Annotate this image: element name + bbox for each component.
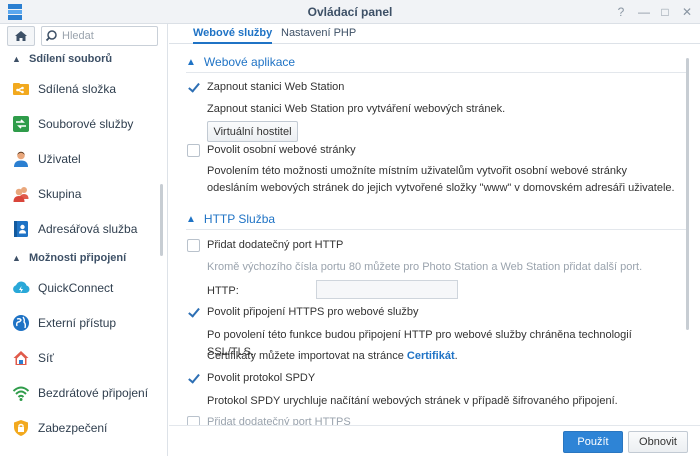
certificate-note: Certifikáty můžete importovat na stránce… [207,348,677,365]
section-http-service[interactable]: ▲ HTTP Služba [186,212,275,226]
enable-web-station-desc: Zapnout stanici Web Station pro vytvářen… [207,103,506,115]
section-title: Webové aplikace [203,55,296,69]
home-icon [15,31,27,41]
sidebar-item-directory-service[interactable]: Adresářová služba [0,211,160,246]
apply-button[interactable]: Použít [563,431,623,453]
user-icon [12,150,30,168]
sidebar-item-file-services[interactable]: Souborové služby [0,106,160,141]
wireless-icon [12,384,30,402]
sidebar-item-label: Uživatel [38,151,81,166]
file-services-icon [12,115,30,133]
sidebar-item-security[interactable]: Zabezpečení [0,410,160,445]
sidebar-item-label: Síť [38,350,54,365]
sidebar-item-network[interactable]: Síť [0,340,160,375]
footer-bar: Použít Obnovit [169,425,700,456]
security-icon [12,419,30,437]
sidebar-item-label: Sdílená složka [38,81,117,96]
https-connection-checkbox[interactable] [187,306,200,319]
spdy-checkbox[interactable] [187,372,200,385]
sidebar-item-group[interactable]: Skupina [0,176,160,211]
enable-web-station-label: Zapnout stanici Web Station [207,81,345,93]
sidebar-item-label: Adresářová služba [38,221,138,236]
content-scrollbar[interactable] [686,58,689,330]
chevron-up-icon: ▲ [186,56,196,68]
help-icon[interactable]: ? [612,3,630,21]
shared-folder-icon [12,80,30,98]
search-input[interactable] [62,29,152,43]
nav-section-connectivity[interactable]: ▲ Možnosti připojení [0,246,160,270]
reset-button[interactable]: Obnovit [628,431,688,453]
personal-site-desc: Povolením této možnosti umožníte místním… [207,165,675,194]
section-web-apps[interactable]: ▲ Webové aplikace [186,55,295,69]
sidebar-item-label: Externí přístup [38,315,117,330]
tab-web-services[interactable]: Webové služby [193,24,273,44]
extra-https-port-checkbox[interactable] [187,416,200,425]
title-bar: Ovládací panel ? — □ ✕ [0,0,700,24]
tab-php-settings[interactable]: Nastavení PHP [281,24,356,44]
sidebar-item-external-access[interactable]: Externí přístup [0,305,160,340]
divider [186,229,686,230]
search-icon [45,30,57,42]
close-icon[interactable]: ✕ [678,3,696,21]
certificate-note-end: . [454,350,458,362]
enable-web-station-checkbox[interactable] [187,81,200,94]
sidebar-item-label: QuickConnect [38,280,114,295]
nav-section-file-sharing[interactable]: ▲ Sdílení souborů [0,47,160,71]
network-icon [12,349,30,367]
home-button[interactable] [7,26,35,46]
extra-http-port-desc: Kromě výchozího čísla portu 80 můžete pr… [207,261,643,273]
sidebar-item-user[interactable]: Uživatel [0,141,160,176]
sidebar-item-quickconnect[interactable]: QuickConnect [0,270,160,305]
extra-https-port-label: Přidat dodatečný port HTTPS [207,416,351,425]
maximize-icon[interactable]: □ [656,3,674,21]
extra-http-port-checkbox[interactable] [187,239,200,252]
http-port-label: HTTP: [207,285,239,297]
virtual-host-button[interactable]: Virtuální hostitel [207,121,298,142]
personal-site-checkbox[interactable] [187,144,200,157]
tab-bar: Webové služby Nastavení PHP [169,24,700,44]
sidebar-item-label: Bezdrátové připojení [38,385,149,400]
http-port-field[interactable] [316,280,458,299]
nav-section-title: Možnosti připojení [29,252,127,264]
divider [186,72,686,73]
external-access-icon [12,314,30,332]
extra-http-port-label: Přidat dodatečný port HTTP [207,239,344,251]
sidebar: ▲ Sdílení souborů Sdílená složka Souboro… [0,24,168,456]
sidebar-scrollbar[interactable] [160,184,163,256]
sidebar-item-label: Zabezpečení [38,420,108,435]
certificate-note-text: Certifikáty můžete importovat na stránce [207,350,404,362]
sidebar-item-label: Skupina [38,186,82,201]
group-icon [12,185,30,203]
minimize-icon[interactable]: — [635,3,653,21]
chevron-up-icon: ▲ [12,253,21,263]
sidebar-item-label: Souborové služby [38,116,134,131]
section-title: HTTP Služba [203,212,276,226]
https-connection-label: Povolit připojení HTTPS pro webové služb… [207,306,419,318]
search-box[interactable] [41,26,158,46]
settings-content: ▲ Webové aplikace Zapnout stanici Web St… [169,45,690,425]
chevron-up-icon: ▲ [12,54,21,64]
personal-site-label: Povolit osobní webové stránky [207,144,356,156]
nav-section-title: Sdílení souborů [29,53,113,65]
certificate-link[interactable]: Certifikát [407,350,455,362]
spdy-label: Povolit protokol SPDY [207,372,316,384]
spdy-desc: Protokol SPDY urychluje načítání webovýc… [207,395,618,407]
sidebar-item-shared-folder[interactable]: Sdílená složka [0,71,160,106]
chevron-up-icon: ▲ [186,213,196,225]
sidebar-item-wireless[interactable]: Bezdrátové připojení [0,375,160,410]
nav-list: ▲ Sdílení souborů Sdílená složka Souboro… [0,47,160,445]
quickconnect-icon [12,279,30,297]
directory-service-icon [12,220,30,238]
window-title: Ovládací panel [307,5,393,19]
